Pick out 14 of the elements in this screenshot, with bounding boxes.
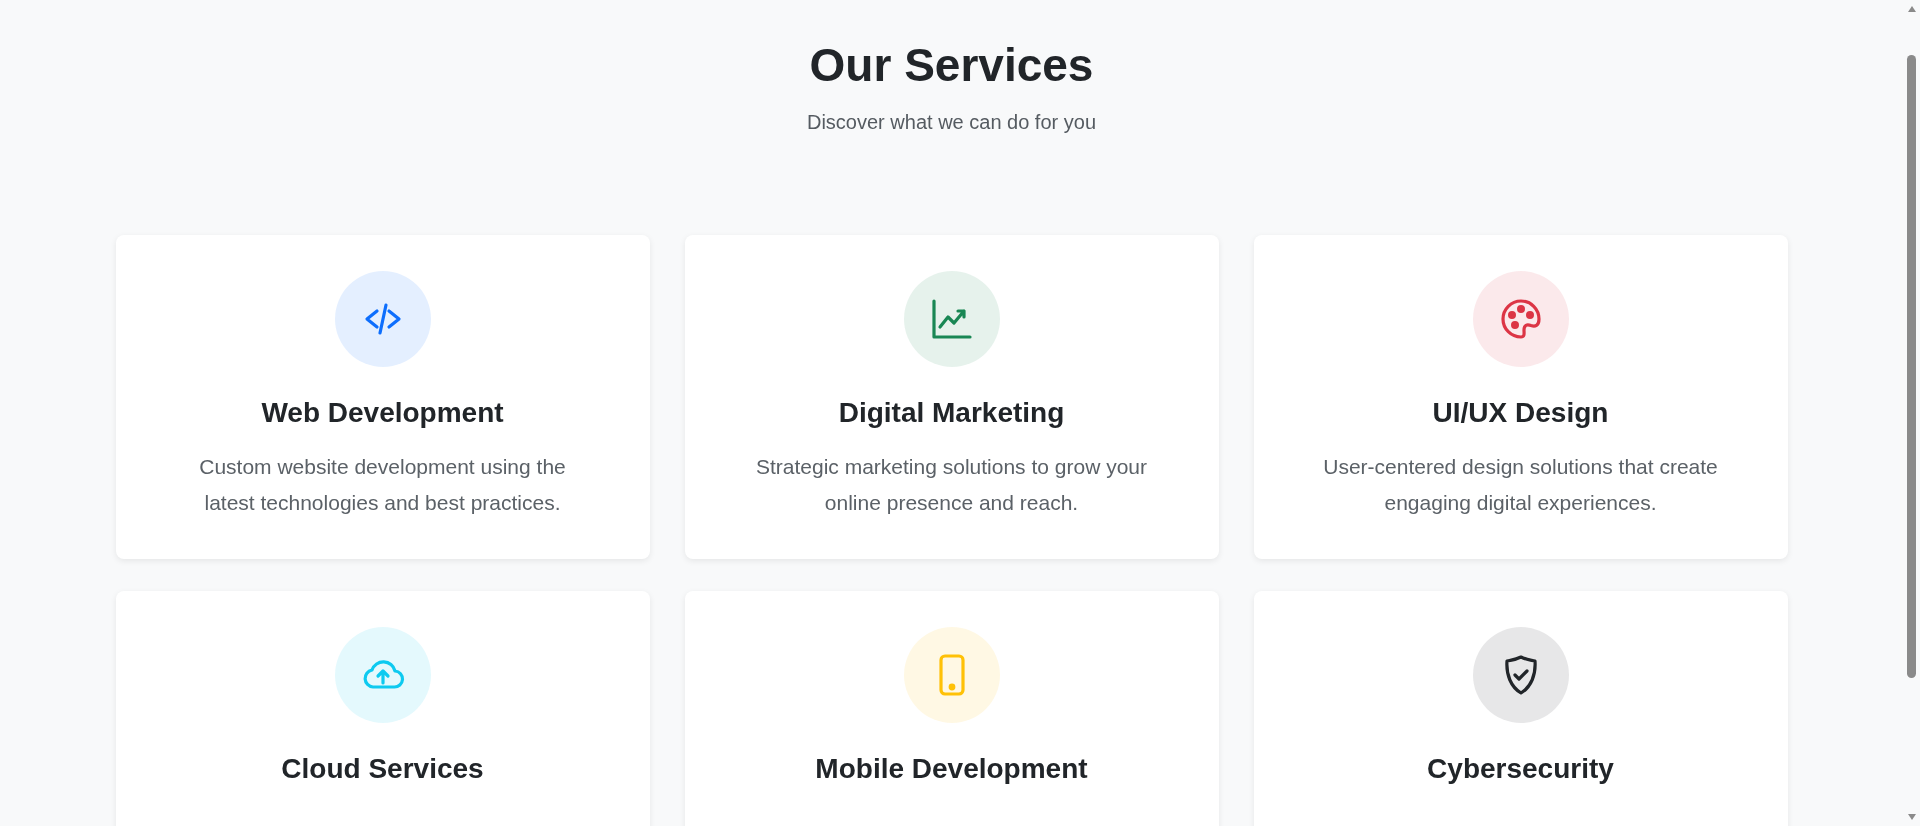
service-title: UI/UX Design bbox=[1432, 397, 1609, 429]
page-title: Our Services bbox=[809, 38, 1094, 92]
service-description: User-centered design solutions that create engaging digital experiences. bbox=[1322, 454, 1719, 516]
service-description: Strategic marketing solutions to grow your online presence and reach. bbox=[755, 454, 1148, 516]
scroll-thumb[interactable] bbox=[1907, 55, 1916, 678]
scroll-up-arrow-icon[interactable] bbox=[1906, 5, 1917, 13]
page-subtitle: Discover what we can do for you bbox=[807, 111, 1096, 134]
service-title: Cloud Services bbox=[281, 753, 484, 785]
service-description: Custom website development using the latest technologies and best practices. bbox=[198, 454, 567, 516]
scroll-down-arrow-icon[interactable] bbox=[1906, 813, 1917, 821]
service-title: Digital Marketing bbox=[838, 397, 1065, 429]
service-title: Cybersecurity bbox=[1427, 753, 1614, 785]
service-title: Mobile Development bbox=[815, 753, 1088, 785]
service-title: Web Development bbox=[261, 397, 504, 429]
